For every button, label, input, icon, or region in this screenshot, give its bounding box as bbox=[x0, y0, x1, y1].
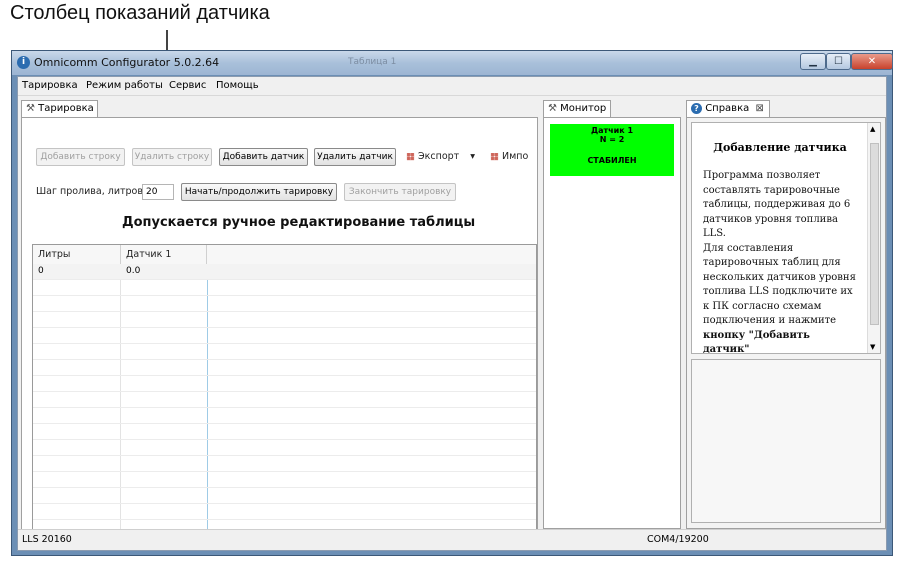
table-row[interactable] bbox=[33, 360, 536, 376]
export-label: Экспорт bbox=[418, 151, 460, 162]
table-row[interactable] bbox=[33, 472, 536, 488]
help-lower-pane bbox=[691, 359, 881, 523]
finish-calibration-button[interactable]: Закончить тарировку bbox=[344, 183, 456, 201]
table-caption: Допускается ручное редактирование таблиц… bbox=[122, 215, 476, 230]
tab-tarirovka-label: Тарировка bbox=[38, 103, 94, 114]
table-row[interactable] bbox=[33, 280, 536, 296]
maximize-button[interactable]: ☐ bbox=[826, 53, 851, 70]
add-row-button[interactable]: Добавить строку bbox=[36, 148, 125, 166]
start-calibration-button[interactable]: Начать/продолжить тарировку bbox=[181, 183, 337, 201]
monitor-tab-icon: ⚒ bbox=[548, 103, 557, 114]
help-line: нескольких датчиков уровня bbox=[703, 271, 856, 283]
window-ghost-title: Таблица 1 bbox=[348, 57, 397, 67]
chevron-down-icon: ▾ bbox=[470, 151, 476, 162]
status-device: LLS 20160 bbox=[22, 534, 72, 545]
close-tab-icon[interactable]: ⊠ bbox=[755, 103, 763, 114]
add-sensor-button[interactable]: Добавить датчик bbox=[219, 148, 308, 166]
table-row[interactable] bbox=[33, 312, 536, 328]
tab-help-label: Справка bbox=[705, 103, 750, 114]
menu-work-mode[interactable]: Режим работы bbox=[86, 80, 163, 91]
help-line: датчик" bbox=[703, 344, 750, 354]
help-line: Программа позволяет bbox=[703, 170, 821, 181]
monitor-panel: Датчик 1 N = 2 СТАБИЛЕН bbox=[543, 117, 681, 529]
minimize-button[interactable]: ▁ bbox=[800, 53, 826, 70]
help-line: подключения и нажмите bbox=[703, 315, 837, 326]
table-row[interactable] bbox=[33, 408, 536, 424]
tab-help[interactable]: ? Справка ⊠ bbox=[686, 100, 770, 118]
cell-sensor-1[interactable]: 0.0 bbox=[121, 264, 207, 280]
help-line: таблицы, поддерживая до 6 bbox=[703, 199, 851, 210]
table-row[interactable] bbox=[33, 328, 536, 344]
export-menu[interactable]: ▦ Экспорт ▾ bbox=[406, 151, 475, 162]
table-row[interactable]: 0 0.0 bbox=[33, 264, 536, 280]
status-port: COM4/19200 bbox=[647, 534, 709, 545]
annotation-callout: Столбец показаний датчика bbox=[10, 2, 270, 24]
help-title: Добавление датчика bbox=[713, 141, 847, 154]
table-header: Литры Датчик 1 bbox=[33, 245, 536, 265]
cell-liters[interactable]: 0 bbox=[33, 264, 121, 280]
tab-monitor-label: Монитор bbox=[560, 103, 607, 114]
tab-monitor[interactable]: ⚒ Монитор bbox=[543, 100, 611, 118]
help-line: к ПК согласно схемам bbox=[703, 300, 822, 312]
help-line: LLS. bbox=[703, 228, 726, 239]
table-row[interactable] bbox=[33, 488, 536, 504]
delete-sensor-button[interactable]: Удалить датчик bbox=[314, 148, 396, 166]
help-scrollbar[interactable]: ▲ ▼ bbox=[867, 123, 880, 353]
export-icon: ▦ bbox=[406, 151, 415, 162]
menu-service[interactable]: Сервис bbox=[169, 80, 206, 91]
help-line: топлива LLS подключите их bbox=[703, 286, 853, 297]
table-row[interactable] bbox=[33, 440, 536, 456]
status-bar: LLS 20160 COM4/19200 bbox=[18, 529, 886, 550]
pour-step-label: Шаг пролива, литров bbox=[36, 186, 143, 197]
table-row[interactable] bbox=[33, 424, 536, 440]
sensor-status-tile: Датчик 1 N = 2 СТАБИЛЕН bbox=[550, 124, 674, 176]
table-row[interactable] bbox=[33, 456, 536, 472]
app-info-icon: i bbox=[17, 56, 30, 69]
table-row[interactable] bbox=[33, 296, 536, 312]
table-row[interactable] bbox=[33, 344, 536, 360]
sensor-name: Датчик 1 bbox=[590, 126, 634, 135]
menu-tarirovka[interactable]: Тарировка bbox=[22, 80, 78, 91]
help-content[interactable]: Добавление датчика Программа позволяет с… bbox=[691, 122, 881, 354]
pour-step-input[interactable]: 20 bbox=[142, 184, 174, 200]
scroll-thumb[interactable] bbox=[870, 143, 879, 325]
app-window: i Omnicomm Configurator 5.0.2.64 Таблица… bbox=[11, 50, 893, 556]
column-header-sensor-1[interactable]: Датчик 1 bbox=[121, 245, 207, 264]
window-title: Omnicomm Configurator 5.0.2.64 bbox=[34, 56, 220, 69]
table-row[interactable] bbox=[33, 376, 536, 392]
close-button[interactable]: ✕ bbox=[851, 53, 893, 70]
title-bar[interactable]: i Omnicomm Configurator 5.0.2.64 Таблица… bbox=[12, 51, 893, 75]
help-icon: ? bbox=[691, 103, 702, 114]
help-body: Программа позволяет составлять тарировоч… bbox=[703, 169, 861, 354]
help-line: кнопку "Добавить bbox=[703, 329, 810, 341]
help-line: Для составления bbox=[703, 242, 794, 254]
import-icon: ▦ bbox=[490, 151, 499, 162]
import-label: Импо bbox=[502, 151, 529, 162]
help-line: датчиков уровня топлива bbox=[703, 213, 838, 225]
calibration-table[interactable]: Литры Датчик 1 0 0.0 bbox=[32, 244, 537, 536]
tab-tarirovka[interactable]: ⚒ Тарировка bbox=[21, 100, 98, 118]
column-header-liters[interactable]: Литры bbox=[33, 245, 121, 264]
menu-bar: Тарировка Режим работы Сервис Помощь bbox=[18, 77, 886, 96]
table-row[interactable] bbox=[33, 392, 536, 408]
client-area: Тарировка Режим работы Сервис Помощь ⚒ Т… bbox=[17, 76, 887, 551]
help-line: тарировочных таблиц для bbox=[703, 257, 841, 268]
calibration-tab-icon: ⚒ bbox=[26, 103, 35, 114]
scroll-up-icon[interactable]: ▲ bbox=[870, 125, 875, 133]
sensor-n-value: N = 2 bbox=[599, 135, 625, 144]
scroll-down-icon[interactable]: ▼ bbox=[870, 343, 875, 351]
table-row[interactable] bbox=[33, 504, 536, 520]
menu-help[interactable]: Помощь bbox=[216, 80, 259, 91]
sensor-stability-status: СТАБИЛЕН bbox=[587, 156, 637, 165]
help-panel: Добавление датчика Программа позволяет с… bbox=[686, 117, 886, 529]
delete-row-button[interactable]: Удалить строку bbox=[132, 148, 212, 166]
import-menu[interactable]: ▦ Импо bbox=[490, 151, 528, 162]
tarirovka-panel: Добавить строку Удалить строку Добавить … bbox=[21, 117, 538, 539]
help-line: составлять тарировочные bbox=[703, 184, 840, 196]
